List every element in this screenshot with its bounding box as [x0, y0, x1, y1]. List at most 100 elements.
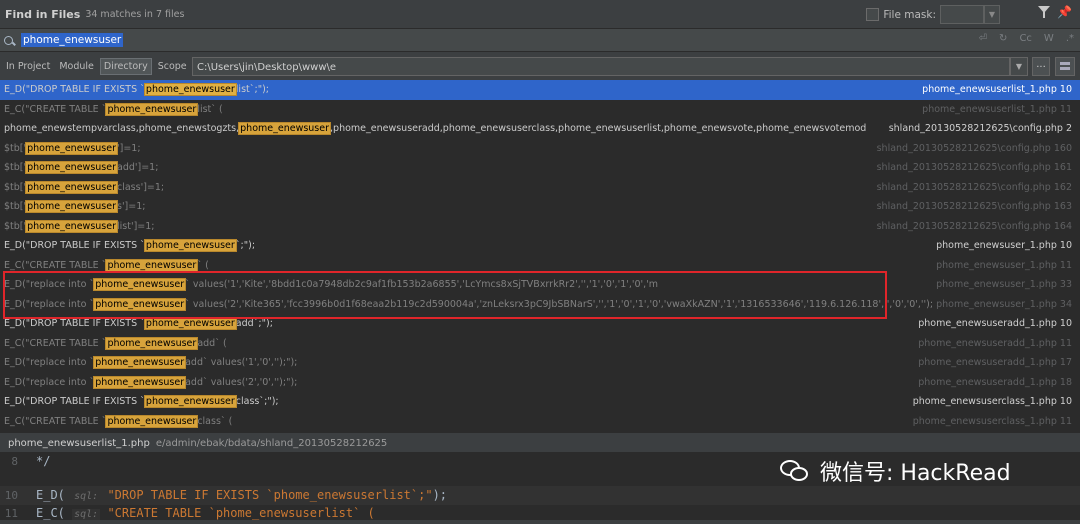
result-location: phome_enewsuserlist_1.php 10 [918, 80, 1072, 100]
result-row[interactable]: $tb['phome_enewsusers']=1; shland_2013052… [0, 197, 1080, 217]
result-row[interactable]: $tb['phome_enewsuseradd']=1; shland_20130… [0, 158, 1080, 178]
recursive-tree-icon[interactable] [1055, 57, 1075, 76]
code-text: */ [36, 454, 51, 468]
result-row[interactable]: E_D("DROP TABLE IF EXISTS ` phome_enewsus… [0, 392, 1080, 412]
match-highlight: phome_enewsuser [93, 375, 187, 389]
result-row[interactable]: E_D("replace into `phome_enewsuseradd` v… [0, 353, 1080, 373]
result-row[interactable]: E_D("DROP TABLE IF EXISTS `phome_enewsus… [0, 236, 1080, 256]
filter-icon[interactable] [1038, 6, 1050, 18]
result-prefix: E_D("DROP TABLE IF EXISTS ` [4, 240, 145, 251]
code-text: E_D( sql: "DROP TABLE IF EXISTS `phome_e… [36, 486, 447, 506]
result-location: phome_enewsuser_1.php 33 [932, 275, 1072, 295]
match-highlight: phome_enewsuser [105, 336, 199, 350]
new-line-icon[interactable]: ⏎ [979, 33, 987, 44]
history-icon[interactable]: ↻ [999, 33, 1007, 44]
result-code: E_C("CREATE TABLE `phome_enewsuseradd` ( [4, 334, 227, 354]
result-location: phome_enewsuserlist_1.php 11 [918, 99, 1072, 119]
regex-toggle[interactable]: .* [1066, 33, 1074, 44]
find-in-files-header: Find in Files 34 matches in 7 files File… [0, 0, 1080, 28]
file-mask-input[interactable] [940, 5, 984, 24]
result-location: phome_enewsuser_1.php 10 [932, 236, 1072, 256]
search-input[interactable]: phome_enewsuser [21, 33, 124, 47]
result-suffix: list']=1; [117, 220, 155, 232]
result-prefix: E_D("replace into ` [4, 376, 95, 388]
results-list[interactable]: E_D("DROP TABLE IF EXISTS `phome_enewsus… [0, 80, 1080, 432]
result-row[interactable]: $tb['phome_enewsuserclass']=1; shland_201… [0, 177, 1080, 198]
result-prefix: $tb[' [4, 162, 27, 173]
match-highlight: phome_enewsuser [105, 414, 199, 428]
result-row[interactable]: E_C("CREATE TABLE `phome_enewsuseradd` (… [0, 333, 1080, 354]
match-highlight: phome_enewsuser [143, 239, 237, 252]
result-code: $tb['phome_enewsuseradd']=1; [4, 158, 158, 178]
search-bar: phome_enewsuser ⏎ ↻ Cc W .* [0, 28, 1080, 52]
result-prefix: E_C("CREATE TABLE ` [4, 415, 107, 427]
result-suffix: add` values('1','0','');"); [185, 357, 298, 368]
result-location: shland_20130528212625\config.php 163 [872, 197, 1072, 217]
chevron-down-icon[interactable]: ▼ [1010, 57, 1028, 76]
result-suffix: s']=1; [117, 201, 146, 212]
result-suffix: ']=1; [117, 142, 141, 154]
match-highlight: phome_enewsuser [25, 141, 118, 155]
match-highlight: phome_enewsuser [143, 83, 237, 96]
result-location: phome_enewsuseradd_1.php 10 [914, 314, 1072, 334]
code-line: 11 E_C( sql: "CREATE TABLE `phome_enewsu… [0, 504, 1080, 523]
result-suffix: ,phome_enewsuseradd,phome_enewsuserclass… [330, 123, 867, 134]
result-location: shland_20130528212625\config.php 2 [884, 119, 1072, 139]
line-number: 10 [4, 489, 18, 502]
result-prefix: E_D("DROP TABLE IF EXISTS ` [4, 396, 145, 407]
file-mask-label: File mask: [883, 8, 936, 21]
result-location: phome_enewsuser_1.php 11 [932, 255, 1072, 275]
result-prefix: E_D("DROP TABLE IF EXISTS ` [4, 84, 145, 95]
result-location: shland_20130528212625\config.php 161 [872, 158, 1072, 178]
result-code: $tb['phome_enewsuser']=1; [4, 139, 141, 159]
result-code: E_D("DROP TABLE IF EXISTS `phome_enewsus… [4, 80, 269, 100]
match-highlight: phome_enewsuser [238, 122, 332, 135]
chevron-down-icon[interactable]: ▼ [984, 5, 1000, 24]
result-suffix: list`;"); [235, 84, 269, 95]
preview-file-header: phome_enewsuserlist_1.php e/admin/ebak/b… [0, 432, 1080, 453]
result-suffix: add` values('2','0','');"); [185, 376, 298, 388]
tab-scope[interactable]: Scope [155, 59, 190, 74]
code-call: E_C( [36, 506, 73, 520]
result-prefix: $tb[' [4, 142, 27, 154]
result-location: phome_enewsuserclass_1.php 10 [908, 392, 1072, 412]
result-row[interactable]: phome_enewstempvarclass,phome_enewstogzt… [0, 119, 1080, 139]
preview-file-name: phome_enewsuserlist_1.php [8, 437, 150, 449]
whole-words-toggle[interactable]: W [1044, 33, 1054, 44]
result-suffix: add` ( [197, 337, 227, 349]
browse-button[interactable]: ... [1032, 57, 1050, 76]
search-options: ⏎ ↻ Cc W .* [979, 33, 1074, 44]
result-suffix: add']=1; [117, 162, 159, 173]
result-location: shland_20130528212625\config.php 160 [872, 138, 1072, 158]
pin-icon[interactable]: 📌 [1057, 5, 1072, 19]
result-suffix: ` ( [197, 259, 209, 271]
result-location: phome_enewsuseradd_1.php 18 [914, 372, 1072, 392]
match-highlight: phome_enewsuser [105, 102, 199, 116]
result-suffix: class` ( [197, 415, 233, 427]
directory-path-input[interactable]: C:\Users\jin\Desktop\www\e [192, 57, 1010, 76]
tab-module[interactable]: Module [56, 59, 97, 74]
result-location: shland_20130528212625\config.php 164 [872, 216, 1072, 236]
result-suffix: `;"); [235, 240, 256, 251]
result-row[interactable]: E_D("DROP TABLE IF EXISTS `phome_enewsus… [0, 80, 1080, 100]
tab-in-project[interactable]: In Project [3, 59, 53, 74]
result-prefix: E_D("replace into ` [4, 357, 95, 368]
result-prefix: E_C("CREATE TABLE ` [4, 337, 107, 349]
search-icon[interactable] [4, 35, 13, 45]
file-mask-checkbox[interactable] [866, 8, 880, 21]
result-suffix: add`;"); [235, 318, 273, 329]
result-row[interactable]: $tb['phome_enewsuser']=1; shland_20130528… [0, 138, 1080, 159]
result-prefix: E_C("CREATE TABLE ` [4, 103, 107, 115]
result-code: $tb['phome_enewsuserclass']=1; [4, 178, 164, 198]
result-row[interactable]: E_C("CREATE TABLE `phome_enewsuserlist` … [0, 99, 1080, 119]
match-highlight: phome_enewsuser [143, 317, 237, 330]
result-prefix: $tb[' [4, 181, 27, 193]
result-code: E_D("DROP TABLE IF EXISTS `phome_enewsus… [4, 236, 255, 256]
match-case-toggle[interactable]: Cc [1019, 33, 1031, 44]
result-row[interactable]: $tb['phome_enewsuserlist']=1; shland_2013… [0, 216, 1080, 236]
tab-directory[interactable]: Directory [99, 58, 152, 75]
result-row[interactable]: E_C("CREATE TABLE `phome_enewsuserclass`… [0, 411, 1080, 431]
result-location: phome_enewsuser_1.php 34 [932, 294, 1072, 314]
result-code: phome_enewstempvarclass,phome_enewstogzt… [4, 119, 866, 139]
result-row[interactable]: E_D("replace into `phome_enewsuseradd` v… [0, 372, 1080, 392]
